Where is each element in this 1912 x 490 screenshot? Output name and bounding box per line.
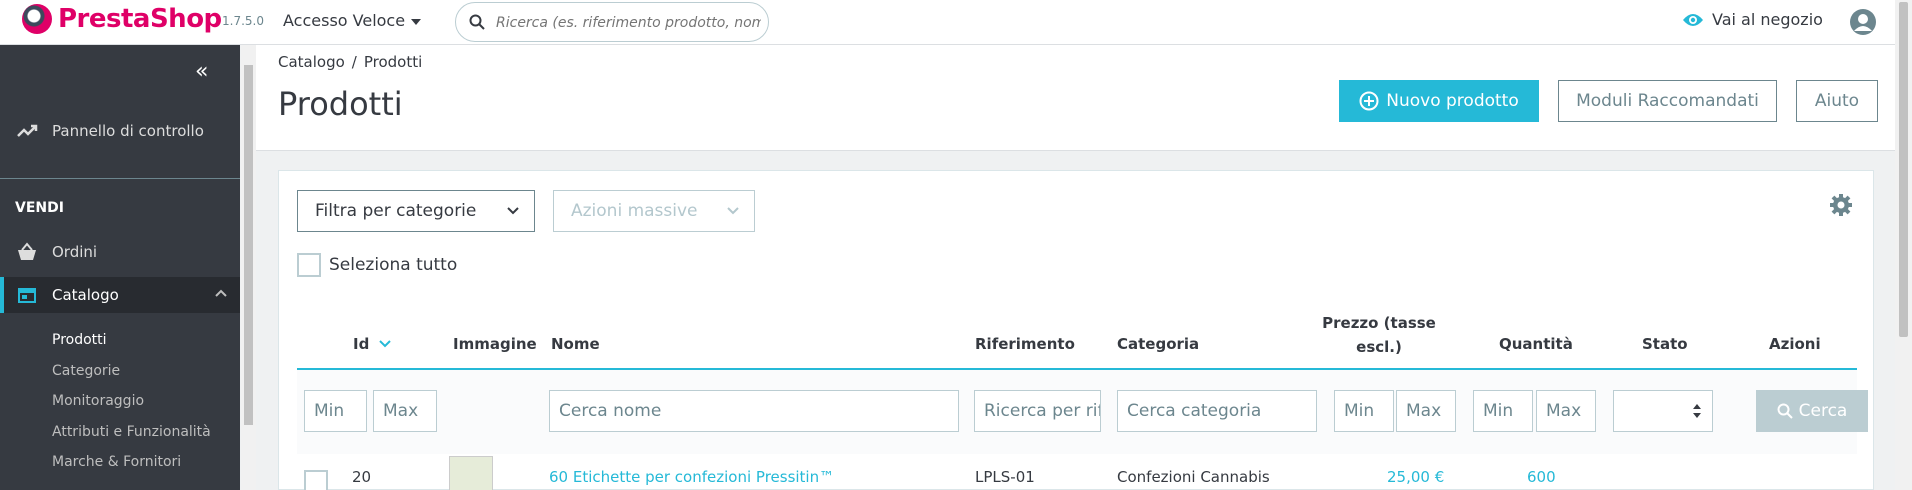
row-quantity[interactable]: 600	[1527, 468, 1556, 486]
brand-name: PrestaShop	[58, 4, 222, 34]
add-circle-icon	[1359, 91, 1379, 111]
page-scrollbar[interactable]	[1895, 0, 1912, 490]
page-title: Prodotti	[278, 85, 403, 123]
sidebar-subitem-products[interactable]: Prodotti	[52, 332, 107, 348]
chevron-up-icon	[215, 289, 227, 297]
top-header: PrestaShop 1.7.5.0 Accesso Veloce Vai al…	[0, 0, 1895, 45]
basket-icon	[18, 242, 36, 260]
col-header-reference[interactable]: Riferimento	[975, 335, 1075, 353]
sidebar-item-orders[interactable]: Ordini	[0, 235, 240, 269]
sidebar-divider	[0, 178, 240, 179]
select-all[interactable]: Seleziona tutto	[297, 253, 457, 277]
caret-down-icon	[411, 18, 422, 25]
page-header: Catalogo / Prodotti Prodotti Nuovo prodott…	[256, 45, 1895, 151]
filter-reference-input[interactable]: Ricerca per riferimento	[974, 390, 1101, 432]
sidebar-subitem-monitoring[interactable]: Monitoraggio	[52, 393, 144, 409]
col-header-actions: Azioni	[1769, 335, 1821, 353]
category-filter-dropdown[interactable]: Filtra per categorie	[297, 190, 535, 232]
sidebar-item-label: Pannello di controllo	[52, 122, 204, 140]
row-id: 20	[352, 468, 372, 486]
sidebar-item-label: Ordini	[52, 243, 98, 261]
eye-icon	[1683, 13, 1703, 26]
sort-desc-icon	[379, 340, 392, 348]
chevron-down-icon	[507, 207, 519, 215]
filter-id-max[interactable]: Max	[373, 390, 437, 432]
search-icon	[1777, 403, 1793, 419]
table-row[interactable]: 20 60 Etichette per confezioni Pressitin…	[297, 456, 1857, 490]
filter-price-max[interactable]: Max	[1396, 390, 1456, 432]
col-header-quantity[interactable]: Quantità	[1499, 335, 1573, 353]
filter-quantity-min[interactable]: Min	[1473, 390, 1533, 432]
sidebar-subitem-attributes[interactable]: Attributi e Funzionalità	[52, 424, 211, 440]
scrollbar-thumb[interactable]	[244, 65, 253, 425]
trending-up-icon	[17, 124, 38, 137]
col-header-id-label: Id	[353, 335, 370, 353]
filter-id-min[interactable]: Min	[304, 390, 367, 432]
version-label: 1.7.5.0	[222, 14, 264, 28]
col-header-price-line2: escl.)	[1356, 338, 1402, 356]
new-product-label: Nuovo prodotto	[1386, 91, 1519, 111]
quick-access-label: Accesso Veloce	[283, 11, 406, 30]
row-product-name[interactable]: 60 Etichette per confezioni Pressitin™	[549, 468, 834, 486]
sidebar-nav: « Pannello di controllo VENDI Ordini Cat…	[0, 45, 240, 490]
search-button[interactable]: Cerca	[1756, 390, 1868, 432]
new-product-button[interactable]: Nuovo prodotto	[1339, 80, 1539, 122]
sidebar-subitem-brands[interactable]: Marche & Fornitori	[52, 454, 181, 470]
header-search	[455, 2, 769, 42]
header-search-input[interactable]	[496, 11, 761, 35]
breadcrumb: Catalogo / Prodotti	[278, 53, 423, 71]
sidebar-subitem-categories[interactable]: Categorie	[52, 363, 120, 379]
bulk-actions-label: Azioni massive	[571, 201, 698, 221]
select-all-label: Seleziona tutto	[329, 255, 458, 275]
col-header-name[interactable]: Nome	[551, 335, 600, 353]
col-header-id[interactable]: Id	[353, 335, 392, 353]
sidebar-scrollbar[interactable]	[241, 45, 256, 490]
sidebar-section-title: VENDI	[15, 200, 64, 216]
row-checkbox[interactable]	[304, 470, 328, 490]
gear-icon[interactable]	[1829, 193, 1853, 217]
category-filter-label: Filtra per categorie	[315, 201, 477, 221]
filter-quantity-max[interactable]: Max	[1536, 390, 1596, 432]
select-arrows-icon	[1693, 404, 1701, 418]
quick-access-dropdown[interactable]: Accesso Veloce	[283, 11, 422, 30]
row-category: Confezioni Cannabis	[1117, 468, 1270, 486]
store-icon	[18, 288, 36, 303]
puffin-logo-icon	[22, 4, 52, 34]
row-price[interactable]: 25,00 €	[1387, 468, 1444, 486]
sidebar-item-label: Catalogo	[52, 286, 119, 304]
search-button-label: Cerca	[1798, 401, 1848, 421]
col-header-category[interactable]: Categoria	[1117, 335, 1199, 353]
sidebar-item-catalog[interactable]: Catalogo	[0, 277, 240, 313]
col-header-image: Immagine	[453, 335, 537, 353]
collapse-sidebar-icon[interactable]: «	[195, 59, 208, 84]
filter-price-min[interactable]: Min	[1334, 390, 1394, 432]
sidebar-item-dashboard[interactable]: Pannello di controllo	[0, 113, 240, 149]
help-button[interactable]: Aiuto	[1796, 80, 1878, 122]
search-icon	[469, 14, 485, 30]
breadcrumb-products: Prodotti	[363, 53, 423, 71]
user-avatar-icon[interactable]	[1849, 8, 1877, 36]
col-header-price-line1: Prezzo (tasse	[1322, 314, 1436, 332]
bulk-actions-dropdown[interactable]: Azioni massive	[553, 190, 755, 232]
filter-category-input[interactable]: Cerca categoria	[1117, 390, 1317, 432]
breadcrumb-catalog[interactable]: Catalogo	[278, 53, 345, 71]
product-thumbnail[interactable]	[449, 456, 493, 490]
col-header-price[interactable]: Prezzo (tasse escl.)	[1319, 311, 1439, 359]
select-all-checkbox[interactable]	[297, 253, 321, 277]
view-shop-link[interactable]: Vai al negozio	[1682, 10, 1823, 29]
filter-status-select[interactable]	[1613, 390, 1713, 432]
row-reference: LPLS-01	[975, 468, 1035, 486]
recommended-modules-button[interactable]: Moduli Raccomandati	[1558, 80, 1777, 122]
prestashop-logo[interactable]: PrestaShop	[22, 4, 222, 34]
filter-name-input[interactable]: Cerca nome	[549, 390, 959, 432]
filter-row: Min Max Cerca nome Ricerca per riferimen…	[297, 370, 1868, 454]
chevron-down-icon	[727, 207, 739, 215]
scrollbar-thumb[interactable]	[1899, 2, 1908, 337]
col-header-status[interactable]: Stato	[1642, 335, 1688, 353]
view-shop-label: Vai al negozio	[1712, 10, 1823, 29]
products-card: Filtra per categorie Azioni massive Sele…	[278, 170, 1874, 490]
